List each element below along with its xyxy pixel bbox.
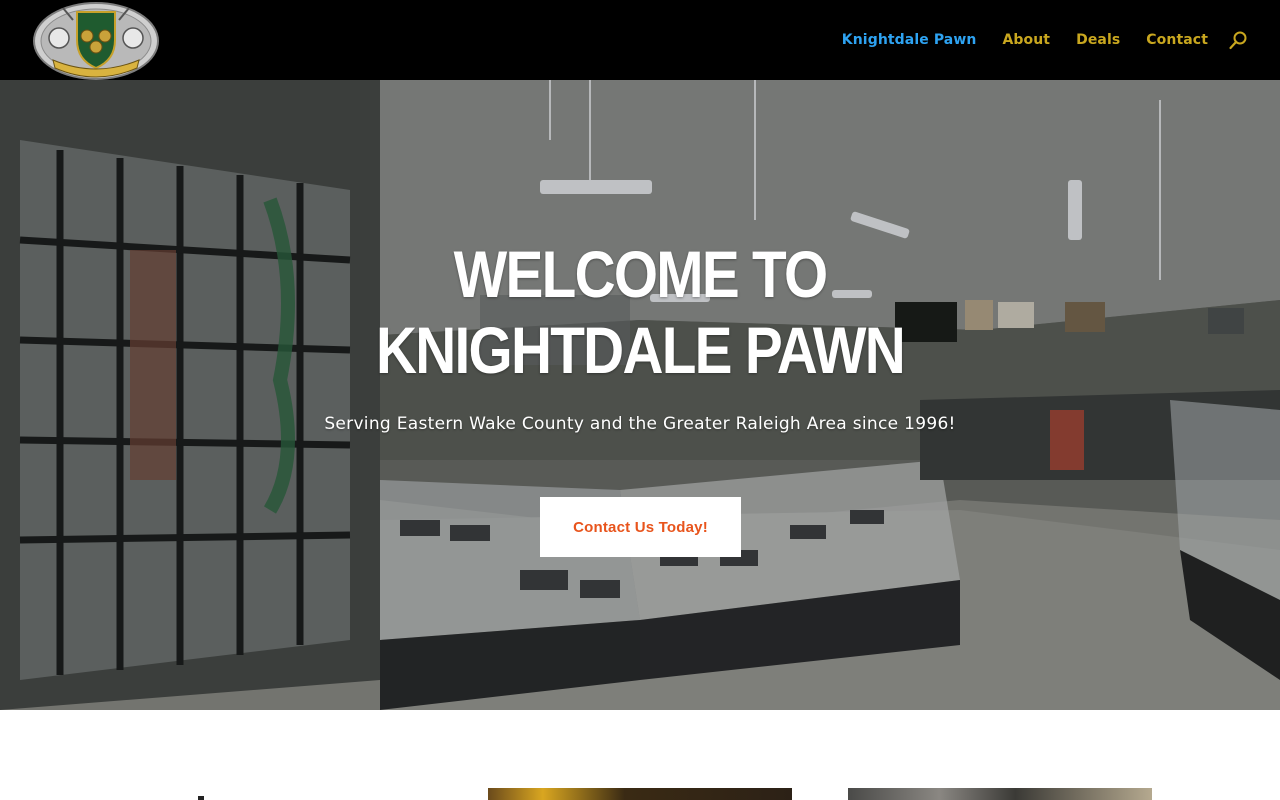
contact-us-button[interactable]: Contact Us Today!	[540, 497, 741, 557]
content-image-1	[488, 788, 792, 800]
main-nav: Knightdale Pawn About Deals Contact	[842, 31, 1208, 49]
nav-home[interactable]: Knightdale Pawn	[842, 31, 977, 49]
nav-about[interactable]: About	[1002, 31, 1050, 49]
store-interior-background	[0, 80, 1280, 710]
nav-deals[interactable]: Deals	[1076, 31, 1120, 49]
nav-contact[interactable]: Contact	[1146, 31, 1208, 49]
content-section	[0, 710, 1280, 800]
content-image-2	[848, 788, 1152, 800]
hero-title-line-1: WELCOME TO	[453, 237, 828, 311]
search-icon[interactable]	[1228, 31, 1248, 51]
logo[interactable]	[33, 2, 159, 80]
hero-section: WELCOME TO KNIGHTDALE PAWN Serving Easte…	[0, 80, 1280, 710]
hero-subtitle: Serving Eastern Wake County and the Grea…	[324, 414, 956, 434]
hero-title: WELCOME TO KNIGHTDALE PAWN	[296, 236, 984, 388]
site-header: Knightdale Pawn About Deals Contact	[0, 0, 1280, 80]
hero-title-line-2: KNIGHTDALE PAWN	[375, 313, 906, 387]
section-heading-fragment	[198, 796, 204, 800]
